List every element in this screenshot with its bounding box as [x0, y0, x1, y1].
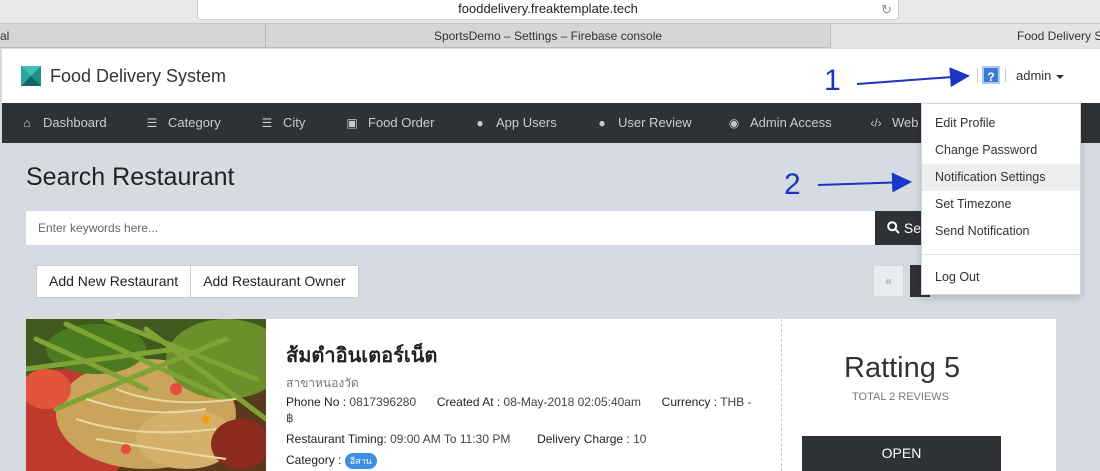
restaurant-card: ส้มตำอินเตอร์เน็ต สาขาหนองวัด Phone No :… [26, 319, 1056, 471]
browser-toolbar: fooddelivery.freaktemplate.tech ↻ [0, 0, 1100, 24]
nav-label: App Users [496, 115, 557, 130]
browser-tab-bar: al SportsDemo – Settings – Firebase cons… [0, 24, 1100, 48]
admin-menu-toggle[interactable]: admin [1016, 68, 1065, 83]
timing-label: Restaurant Timing: [286, 432, 387, 446]
add-new-restaurant-button[interactable]: Add New Restaurant [37, 266, 191, 297]
restaurant-branch: สาขาหนองวัด [286, 376, 359, 390]
pager-prev-button[interactable]: « [873, 265, 904, 297]
card-divider [781, 319, 782, 471]
currency-symbol: ฿ [286, 411, 294, 425]
nav-label: Dashboard [43, 115, 107, 130]
nav-item-app-users[interactable]: ● App Users [473, 103, 557, 143]
nav-item-user-review[interactable]: ● User Review [595, 103, 692, 143]
created-label: Created At : [436, 395, 501, 409]
caret-down-icon [1056, 74, 1065, 79]
app-header: Food Delivery System ? admin [2, 49, 1100, 103]
restaurant-timing-line: Restaurant Timing: 09:00 AM To 11:30 PM … [286, 432, 646, 446]
delivery-label: Delivery Charge : [537, 432, 630, 446]
reload-icon[interactable]: ↻ [881, 1, 892, 18]
nav-item-dashboard[interactable]: ⌂ Dashboard [20, 103, 107, 143]
open-status-button[interactable]: OPEN [802, 436, 1001, 471]
timing-value: 09:00 AM To 11:30 PM [390, 432, 511, 446]
admin-dropdown-menu: Edit Profile Change Password Notificatio… [921, 103, 1081, 295]
shopping-bag-icon: ▣ [346, 116, 358, 130]
nav-label: Web [892, 115, 919, 130]
help-icon[interactable]: ? [982, 66, 1000, 84]
nav-label: User Review [618, 115, 692, 130]
header-divider [977, 68, 978, 82]
rating-text: Ratting 5 [844, 352, 961, 384]
restaurant-name[interactable]: ส้มตำอินเตอร์เน็ต [286, 339, 437, 371]
code-icon: ‹/› [870, 116, 882, 130]
restaurant-meta-line: Phone No : 0817396280 Created At : 08-Ma… [286, 395, 751, 409]
search-icon [887, 221, 900, 234]
nav-item-food-order[interactable]: ▣ Food Order [345, 103, 434, 143]
restaurant-photo[interactable] [26, 319, 266, 471]
menu-item-change-password[interactable]: Change Password [922, 137, 1080, 164]
nav-label: Food Order [368, 115, 435, 130]
annotation-number-2: 2 [784, 168, 801, 201]
nav-item-city[interactable]: ☰ City [260, 103, 306, 143]
add-restaurant-owner-button[interactable]: Add Restaurant Owner [190, 266, 358, 297]
total-reviews: TOTAL 2 REVIEWS [852, 391, 949, 403]
address-bar[interactable]: fooddelivery.freaktemplate.tech ↻ [197, 0, 899, 20]
category-line: Category : อีสาน [286, 453, 377, 469]
header-divider [1005, 68, 1006, 82]
url-text: fooddelivery.freaktemplate.tech [458, 1, 638, 16]
admin-label: admin [1016, 68, 1052, 83]
nav-label: City [283, 115, 306, 130]
category-label: Category : [286, 453, 342, 468]
menu-divider [922, 254, 1080, 255]
currency-label: Currency : [661, 395, 718, 409]
tab-label: al [0, 29, 10, 43]
menu-item-send-notification[interactable]: Send Notification [922, 218, 1080, 245]
nav-label: Admin Access [750, 115, 832, 130]
logo-icon[interactable] [21, 66, 41, 86]
delivery-value: 10 [633, 432, 647, 446]
page-title: Search Restaurant [26, 163, 235, 191]
user-circle-icon: ◉ [728, 116, 740, 130]
created-value: 08-May-2018 02:05:40am [503, 395, 641, 409]
currency-value: THB - [720, 395, 752, 409]
menu-item-edit-profile[interactable]: Edit Profile [922, 110, 1080, 137]
phone-label: Phone No : [286, 395, 347, 409]
tab-label: SportsDemo – Settings – Firebase console [433, 29, 663, 43]
browser-tab[interactable]: SportsDemo – Settings – Firebase console [266, 24, 831, 48]
annotation-number-1: 1 [824, 64, 841, 97]
menu-item-set-timezone[interactable]: Set Timezone [922, 191, 1080, 218]
nav-label: Category [168, 115, 221, 130]
annotation-arrow-2 [817, 172, 912, 193]
browser-tab-active[interactable]: Food Delivery S [831, 24, 1100, 48]
restaurant-actions: Add New Restaurant Add Restaurant Owner [36, 265, 359, 298]
app-title[interactable]: Food Delivery System [50, 66, 226, 87]
nav-item-web[interactable]: ‹/› Web [869, 103, 919, 143]
search-input[interactable] [26, 211, 875, 245]
comment-icon: ● [598, 116, 606, 130]
list-icon: ☰ [146, 116, 158, 130]
nav-item-category[interactable]: ☰ Category [145, 103, 221, 143]
tab-label: Food Delivery S [1017, 29, 1100, 43]
category-badge: อีสาน [344, 453, 377, 469]
browser-tab[interactable]: al [0, 24, 266, 48]
users-icon: ● [476, 116, 484, 130]
menu-item-log-out[interactable]: Log Out [922, 264, 1080, 291]
nav-item-admin-access[interactable]: ◉ Admin Access [727, 103, 832, 143]
phone-value: 0817396280 [349, 395, 417, 409]
menu-item-notification-settings[interactable]: Notification Settings [922, 164, 1080, 191]
home-icon: ⌂ [23, 116, 31, 130]
list-icon: ☰ [261, 116, 273, 130]
